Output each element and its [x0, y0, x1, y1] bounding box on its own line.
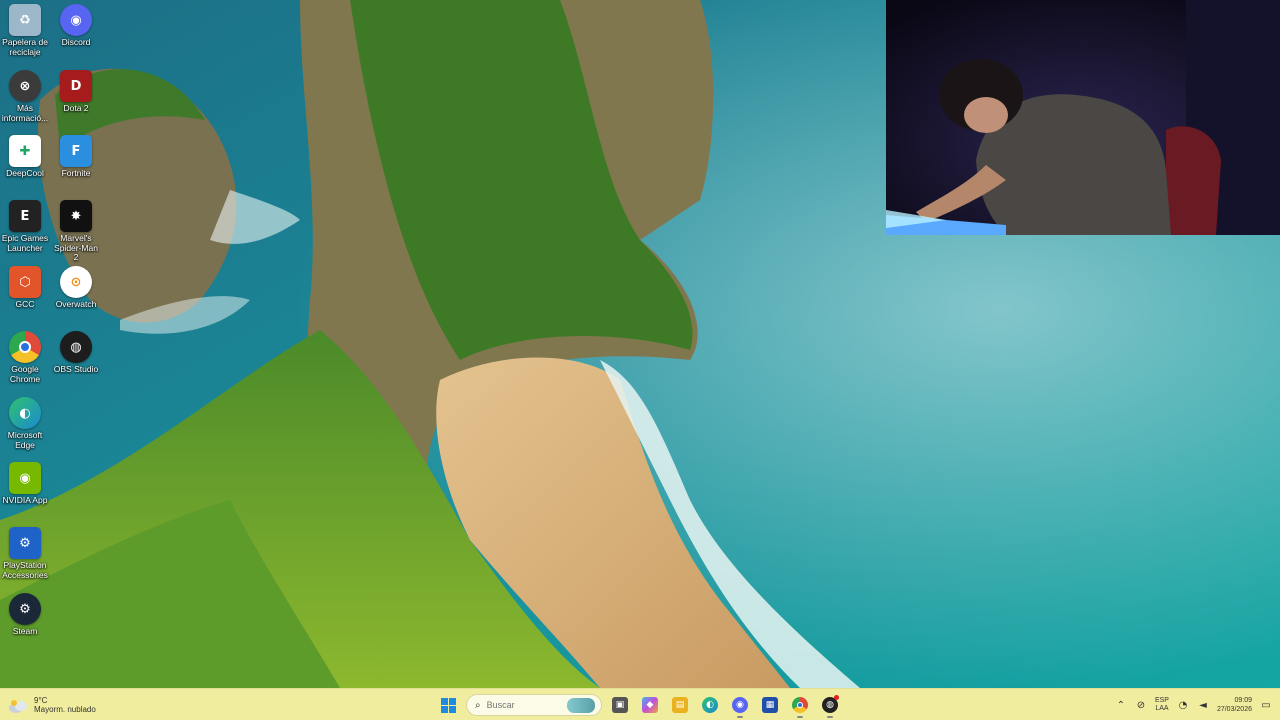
- webcam-overlay: [886, 0, 1280, 235]
- gcc-icon: ⬡: [9, 266, 41, 298]
- desktop-icon-label: DeepCool: [6, 168, 44, 178]
- chrome-icon: [9, 331, 41, 363]
- keyboard-layout: LAA: [1155, 705, 1169, 712]
- desktop-icon-label: Fortnite: [61, 168, 91, 178]
- deepcool-icon: ✚: [9, 135, 41, 167]
- weather-condition: Mayorm. nublado: [34, 705, 96, 714]
- folder-icon: ▤: [672, 697, 688, 713]
- running-indicator: [797, 716, 803, 718]
- desktop-icon-fortnite[interactable]: F Fortnite: [51, 135, 101, 179]
- edge-icon: ◐: [702, 697, 718, 713]
- desktop-icon-epic-games[interactable]: E Epic Games Launcher: [0, 200, 50, 253]
- desktop-icon-label: NVIDIA App: [2, 495, 48, 505]
- wifi-icon[interactable]: ◔: [1177, 700, 1189, 711]
- desktop-icon-playstation[interactable]: ⚙ PlayStation Accessories: [0, 527, 50, 580]
- system-tray: ⌃ ⊘ ESP LAA ◔ ◄ 09:09 27/03/2026 ▭: [1115, 692, 1272, 718]
- steam-icon: ⚙: [9, 593, 41, 625]
- desktop-icon-more-info[interactable]: ⊗ Más informació...: [0, 70, 50, 123]
- desktop-icon-label: GCC: [15, 299, 35, 309]
- edge-icon: ◐: [9, 397, 41, 429]
- chevron-up-icon[interactable]: ⌃: [1115, 700, 1127, 711]
- recycle-bin-icon: ♻: [9, 4, 41, 36]
- start-button[interactable]: [436, 692, 460, 718]
- network-off-icon[interactable]: ⊘: [1135, 700, 1147, 711]
- desktop-icon-chrome[interactable]: Google Chrome: [0, 331, 50, 384]
- taskbar: 9°C Mayorm. nublado ⌕ ▣ ◆ ▤ ◐: [0, 688, 1280, 720]
- language-code: ESP: [1154, 697, 1169, 704]
- search-input[interactable]: [486, 700, 567, 710]
- epic-games-icon: E: [9, 200, 41, 232]
- taskbar-app-copilot[interactable]: ◆: [638, 692, 662, 718]
- desktop-icon-label: Microsoft Edge: [7, 430, 43, 450]
- taskbar-app-chrome[interactable]: [788, 692, 812, 718]
- fortnite-icon: F: [60, 135, 92, 167]
- desktop-icon-label: Discord: [61, 37, 91, 47]
- desktop-icon-spiderman[interactable]: ✸ Marvel's Spider-Man 2: [51, 200, 101, 263]
- taskbar-app-file-explorer[interactable]: ▤: [668, 692, 692, 718]
- running-indicator: [827, 716, 833, 718]
- desktop-icon-label: Marvel's Spider-Man 2: [54, 233, 98, 262]
- obs-icon: ◍: [60, 331, 92, 363]
- desktop-icon-label: Epic Games Launcher: [1, 233, 49, 253]
- desktop-icon-recycle-bin[interactable]: ♻ Papelera de reciclaje: [0, 4, 50, 57]
- chrome-icon: [792, 697, 808, 713]
- desktop-icon-label: Papelera de reciclaje: [2, 37, 48, 57]
- discord-icon: ◉: [732, 697, 748, 713]
- playstation-icon: ⚙: [9, 527, 41, 559]
- task-view-icon: ▣: [612, 697, 628, 713]
- desktop-icon-gcc[interactable]: ⬡ GCC: [0, 266, 50, 310]
- desktop-icon-overwatch[interactable]: ⊙ Overwatch: [51, 266, 101, 310]
- volume-icon[interactable]: ◄: [1197, 700, 1209, 711]
- desktop-icon-obs[interactable]: ◍ OBS Studio: [51, 331, 101, 375]
- taskbar-app-store[interactable]: ▦: [758, 692, 782, 718]
- desktop-icon-label: Dota 2: [63, 103, 89, 113]
- desktop-icon-nvidia[interactable]: ◉ NVIDIA App: [0, 462, 50, 506]
- clock-date: 27/03/2026: [1216, 706, 1252, 713]
- store-icon: ▦: [762, 697, 778, 713]
- windows-logo-icon: [440, 697, 456, 713]
- search-icon: ⌕: [475, 699, 481, 711]
- weather-widget[interactable]: 9°C Mayorm. nublado: [8, 693, 96, 717]
- dota2-icon: D: [60, 70, 92, 102]
- desktop-icon-dota2[interactable]: D Dota 2: [51, 70, 101, 114]
- recording-dot-icon: [834, 695, 839, 700]
- clock-time: 09:09: [1234, 697, 1252, 704]
- desktop-icon-label: Steam: [12, 626, 38, 636]
- cloud-icon: [8, 698, 28, 713]
- notification-icon[interactable]: ▭: [1260, 700, 1272, 711]
- info-icon: ⊗: [9, 70, 41, 102]
- desktop-icon-edge[interactable]: ◐ Microsoft Edge: [0, 397, 50, 450]
- desktop-icon-label: Overwatch: [55, 299, 97, 309]
- taskbar-center: ⌕ ▣ ◆ ▤ ◐ ◉ ▦ ◍: [436, 692, 842, 718]
- overwatch-icon: ⊙: [60, 266, 92, 298]
- taskbar-app-task-view[interactable]: ▣: [608, 692, 632, 718]
- search-box[interactable]: ⌕: [466, 694, 602, 716]
- desktop-icon-label: OBS Studio: [53, 364, 99, 374]
- desktop-icon-deepcool[interactable]: ✚ DeepCool: [0, 135, 50, 179]
- weather-temperature: 9°C: [34, 696, 48, 705]
- language-indicator[interactable]: ESP LAA: [1155, 697, 1169, 713]
- search-highlight-icon: [567, 698, 595, 713]
- desktop-icon-steam[interactable]: ⚙ Steam: [0, 593, 50, 637]
- copilot-icon: ◆: [642, 697, 658, 713]
- nvidia-icon: ◉: [9, 462, 41, 494]
- clock[interactable]: 09:09 27/03/2026: [1217, 696, 1252, 714]
- spiderman-icon: ✸: [60, 200, 92, 232]
- running-indicator: [737, 716, 743, 718]
- desktop-icon-label: PlayStation Accessories: [2, 560, 48, 580]
- taskbar-app-obs[interactable]: ◍: [818, 692, 842, 718]
- taskbar-app-edge[interactable]: ◐: [698, 692, 722, 718]
- desktop-icon-label: Más informació...: [1, 103, 49, 123]
- taskbar-app-discord[interactable]: ◉: [728, 692, 752, 718]
- desktop-icon-discord[interactable]: ◉ Discord: [51, 4, 101, 48]
- desktop-icon-label: Google Chrome: [9, 364, 41, 384]
- discord-icon: ◉: [60, 4, 92, 36]
